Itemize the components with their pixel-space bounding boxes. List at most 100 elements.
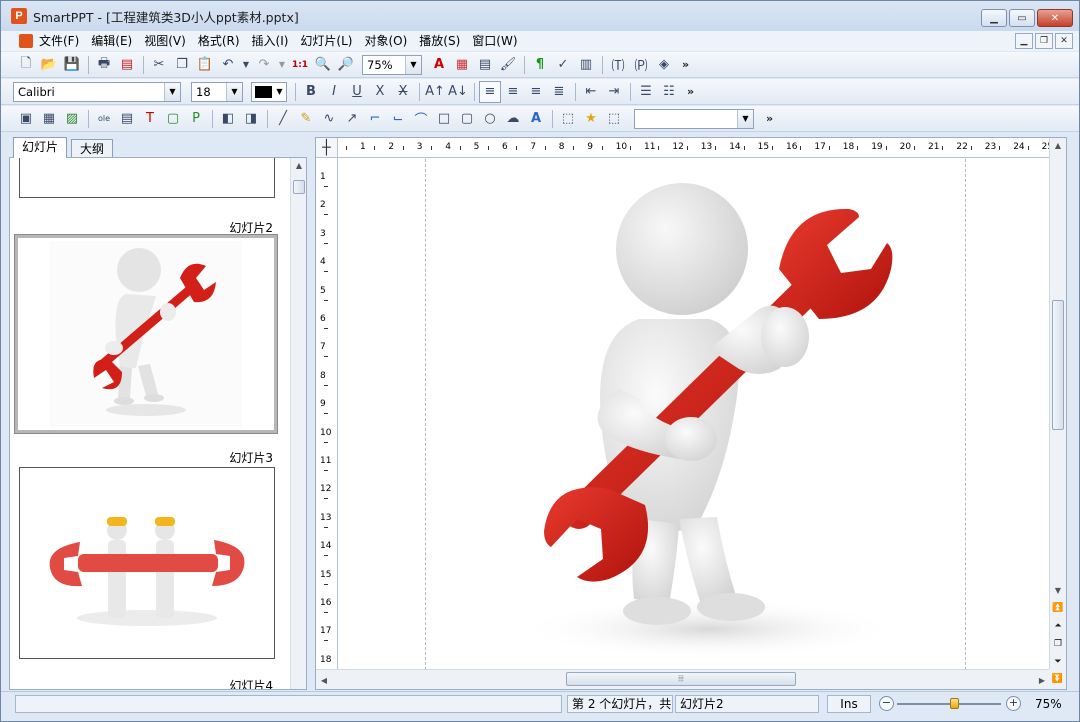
doc-close-button[interactable]: ✕ — [1055, 33, 1073, 49]
slides-scrollbar[interactable]: ▲ — [290, 158, 306, 689]
font-color-picker[interactable]: ▼ — [251, 81, 287, 102]
close-button[interactable]: ✕ — [1037, 9, 1073, 27]
cut-icon[interactable]: ✂ — [148, 54, 170, 76]
redo-icon[interactable]: ↷ — [253, 54, 275, 76]
picture-icon[interactable]: ▨ — [61, 108, 83, 130]
doc-restore-button[interactable]: ❐ — [1035, 33, 1053, 49]
arrow-icon[interactable]: ↗ — [341, 108, 363, 130]
font-size-combo[interactable]: 18 ▼ — [191, 81, 243, 102]
menu-edit[interactable]: 编辑(E) — [85, 31, 138, 51]
toolbar-overflow-button[interactable]: » — [766, 112, 773, 125]
group-icon[interactable]: ▢ — [162, 108, 184, 130]
new-file-icon[interactable]: 🗋 — [15, 54, 37, 76]
scrollbar-thumb[interactable]: ⦙⦙⦙ — [566, 672, 796, 686]
copy-icon[interactable]: ❐ — [171, 54, 193, 76]
chevron-down-icon[interactable]: ▼ — [737, 109, 753, 128]
maximize-button[interactable]: ▭ — [1009, 9, 1035, 27]
bullet-list-icon[interactable]: ☰ — [635, 81, 657, 103]
slide-thumbnail-1[interactable] — [19, 158, 275, 198]
zoom-combo[interactable]: 75% ▼ — [362, 54, 422, 75]
align-right-icon[interactable]: ≡ — [525, 81, 547, 103]
text-frame-icon[interactable]: 🄣 — [607, 54, 629, 76]
double-strikethrough-icon[interactable]: X — [369, 81, 391, 103]
menu-format[interactable]: 格式(R) — [192, 31, 246, 51]
next-slide-icon[interactable]: ⏷ — [1050, 654, 1066, 670]
connector-icon[interactable]: ⌐ — [364, 108, 386, 130]
menu-file[interactable]: 文件(F) — [33, 31, 85, 51]
align-center-icon[interactable]: ≡ — [502, 81, 524, 103]
slide-canvas[interactable] — [339, 159, 1050, 670]
menu-slide[interactable]: 幻灯片(L) — [294, 31, 358, 51]
autoshape-icon[interactable]: ☁ — [502, 108, 524, 130]
scroll-up-icon[interactable]: ▲ — [291, 158, 306, 172]
insert-mode-status[interactable]: Ins — [827, 695, 871, 713]
curved-connector-icon[interactable]: ⌒ — [410, 108, 432, 130]
previous-slide-icon[interactable]: ⏶ — [1050, 618, 1066, 634]
numbered-list-icon[interactable]: ☷ — [658, 81, 680, 103]
star-icon[interactable]: ★ — [580, 108, 602, 130]
tab-outline[interactable]: 大纲 — [71, 139, 114, 158]
paragraph-mark-icon[interactable]: ¶ — [529, 54, 551, 76]
minimize-button[interactable]: ▁ — [981, 9, 1007, 27]
text-box-icon[interactable]: A — [428, 54, 450, 76]
curve-icon[interactable]: ∿ — [318, 108, 340, 130]
shrink-font-icon[interactable]: A↓ — [447, 81, 469, 103]
shape-style-combo[interactable]: ▼ — [634, 108, 754, 129]
scrollbar-thumb[interactable] — [293, 180, 305, 194]
toolbar-overflow-button[interactable]: » — [687, 85, 694, 98]
bring-front-icon[interactable]: ◧ — [217, 108, 239, 130]
chart-icon[interactable]: ▤ — [116, 108, 138, 130]
menu-play[interactable]: 播放(S) — [413, 31, 466, 51]
chevron-down-icon[interactable]: ▼ — [226, 82, 242, 101]
justify-icon[interactable]: ≣ — [548, 81, 570, 103]
zoom-in-icon[interactable]: + — [1006, 696, 1021, 711]
scroll-up-icon[interactable]: ▲ — [1050, 138, 1066, 152]
grow-font-icon[interactable]: A↑ — [424, 81, 446, 103]
last-slide-icon[interactable]: ⏬ — [1049, 669, 1066, 689]
undo-dropdown-icon[interactable]: ▼ — [240, 54, 252, 76]
table-icon[interactable]: ▦ — [38, 108, 60, 130]
zoom-icon[interactable]: 🔎 — [335, 54, 357, 76]
doc-minimize-button[interactable]: ▁ — [1015, 33, 1033, 49]
scrollbar-thumb[interactable] — [1052, 300, 1064, 430]
decrease-indent-icon[interactable]: ⇤ — [580, 81, 602, 103]
tab-slides[interactable]: 幻灯片 — [13, 137, 68, 158]
insert-table-icon[interactable]: ▦ — [451, 54, 473, 76]
zoom-slider[interactable]: − + — [879, 696, 1021, 712]
text-object-icon[interactable]: T — [139, 108, 161, 130]
paste-icon[interactable]: 📋 — [194, 54, 216, 76]
zoom-in-icon[interactable]: 🔍 — [312, 54, 334, 76]
open-folder-icon[interactable]: 📂 — [38, 54, 60, 76]
menu-view[interactable]: 视图(V) — [138, 31, 192, 51]
horizontal-ruler[interactable]: 1 2 3 4 5 6 7 8 9 10 11 12 13 14 15 16 17 18 19 20 21 22 23 24 2… — [338, 138, 1050, 158]
toolbar-overflow-button[interactable]: » — [682, 58, 689, 71]
vertical-ruler[interactable]: 1 2 3 4 5 6 7 8 9 10 11 12 13 14 15 16 17 18 — [316, 158, 338, 670]
wordart-icon[interactable]: A — [525, 108, 547, 130]
format-painter-icon[interactable]: 🖌 — [497, 54, 519, 76]
bold-icon[interactable]: B — [300, 81, 322, 103]
pen-icon[interactable]: ✎ — [295, 108, 317, 130]
3d-object-icon[interactable]: ◈ — [653, 54, 675, 76]
ruler-origin-icon[interactable]: ┼ — [316, 138, 338, 158]
font-name-combo[interactable]: Calibri ▼ — [13, 81, 181, 102]
zoom-slider-knob[interactable] — [950, 698, 960, 709]
italic-icon[interactable]: I — [323, 81, 345, 103]
editor-horizontal-scrollbar[interactable]: ◀ ⦙⦙⦙ ▶ — [316, 669, 1050, 689]
zoom-percentage[interactable]: 75% — [1035, 697, 1062, 711]
first-slide-icon[interactable]: ⏫ — [1050, 600, 1066, 616]
undo-icon[interactable]: ↶ — [217, 54, 239, 76]
title-bar[interactable]: P SmartPPT - [工程建筑类3D小人ppt素材.pptx] ▁ ▭ ✕ — [1, 1, 1079, 31]
select-object-icon[interactable]: ⬚ — [557, 108, 579, 130]
scroll-down-icon[interactable]: ▼ — [1050, 583, 1066, 597]
document-icon[interactable] — [19, 34, 33, 48]
pane-splitter[interactable] — [307, 137, 315, 690]
print-icon[interactable]: 🖶 — [93, 54, 115, 76]
zoom-track[interactable] — [897, 703, 1001, 705]
ellipse-icon[interactable]: ○ — [479, 108, 501, 130]
frame-icon[interactable]: ▣ — [15, 108, 37, 130]
scroll-right-icon[interactable]: ▶ — [1034, 673, 1050, 687]
redo-dropdown-icon[interactable]: ▼ — [276, 54, 288, 76]
chevron-down-icon[interactable]: ▼ — [164, 82, 180, 101]
menu-insert[interactable]: 插入(I) — [246, 31, 295, 51]
line-icon[interactable]: ╱ — [272, 108, 294, 130]
